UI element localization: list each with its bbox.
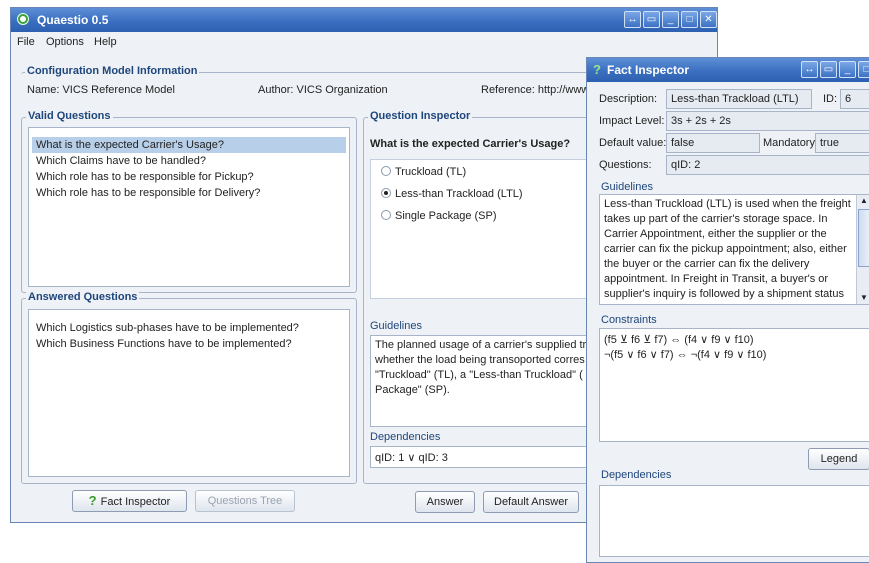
valid-questions-title: Valid Questions (26, 110, 113, 122)
inspector-question: What is the expected Carrier's Usage? (370, 138, 571, 150)
menu-help[interactable]: Help (94, 36, 117, 48)
scroll-up-icon[interactable]: ▲ (857, 195, 869, 207)
constraints-box: (f5 ⊻ f6 ⊻ f7) ⇔ (f4 ∨ f9 ∨ f10) ¬(f5 ∨ … (599, 328, 869, 442)
list-item[interactable]: Which Business Functions have to be impl… (32, 336, 346, 352)
scroll-down-icon[interactable]: ▼ (857, 292, 869, 304)
list-item[interactable]: Which role has to be responsible for Del… (32, 185, 346, 201)
app-icon (17, 13, 29, 25)
legend-button[interactable]: Legend (808, 448, 869, 470)
option-truckload-radio[interactable]: Truckload (TL) (381, 164, 466, 180)
config-reference: Reference: http://www (481, 84, 590, 96)
radio-icon (381, 166, 391, 176)
option-single-package-radio[interactable]: Single Package (SP) (381, 208, 497, 224)
questions-field: qID: 2 (666, 155, 869, 175)
main-window-title: Quaestio 0.5 (37, 13, 109, 27)
valid-questions-group: Valid Questions What is the expected Car… (21, 110, 357, 293)
fact-inspector-window: ? Fact Inspector ↔ ▭ _ □ Description: Le… (586, 57, 869, 563)
option-ltl-radio[interactable]: Less-than Trackload (LTL) (381, 186, 523, 202)
answered-questions-group: Answered Questions Which Logistics sub-p… (21, 291, 357, 484)
fact-inspector-titlebar[interactable]: ? Fact Inspector ↔ ▭ _ □ (587, 58, 869, 82)
radio-icon (381, 210, 391, 220)
maximize-icon[interactable]: □ (681, 11, 698, 28)
mandatory-label: Mandatory: (763, 137, 819, 149)
fi-guidelines-text[interactable]: Less-than Truckload (LTL) is used when t… (599, 194, 869, 305)
constraints-label: Constraints (601, 314, 657, 326)
fact-inspector-button[interactable]: ? Fact Inspector (72, 490, 187, 512)
minimize-icon[interactable]: _ (839, 61, 856, 78)
list-item[interactable]: Which role has to be responsible for Pic… (32, 169, 346, 185)
list-item[interactable]: Which Claims have to be handled? (32, 153, 346, 169)
minimize-icon[interactable]: _ (662, 11, 679, 28)
fi-dependencies-label: Dependencies (601, 469, 672, 481)
questions-label: Questions: (599, 159, 652, 171)
valid-questions-list[interactable]: What is the expected Carrier's Usage? Wh… (28, 127, 350, 287)
close-icon[interactable]: ✕ (700, 11, 717, 28)
default-value-label: Default value: (599, 137, 667, 149)
constraint-line: ¬(f5 ∨ f6 ∨ f7) ⇔ ¬(f4 ∨ f9 ∨ f10) (604, 349, 767, 361)
help-question-icon: ? (88, 493, 97, 508)
menu-file[interactable]: File (17, 36, 35, 48)
fact-inspector-title: Fact Inspector (607, 63, 690, 77)
list-item[interactable]: What is the expected Carrier's Usage? (32, 137, 346, 153)
menu-options[interactable]: Options (46, 36, 84, 48)
questions-tree-button[interactable]: Questions Tree (195, 490, 295, 512)
mandatory-field: true (815, 133, 869, 153)
default-answer-button[interactable]: Default Answer (483, 491, 579, 513)
inspector-dependencies-label: Dependencies (370, 431, 441, 443)
id-field: 6 (840, 89, 869, 109)
restore-icon[interactable]: ▭ (643, 11, 660, 28)
extra-arrows-icon[interactable]: ↔ (624, 11, 641, 28)
help-question-icon: ? (593, 62, 601, 77)
scroll-thumb[interactable] (858, 209, 869, 267)
menubar: File Options Help (11, 32, 717, 52)
fi-dependencies-box (599, 485, 869, 557)
list-item[interactable]: Which Logistics sub-phases have to be im… (32, 320, 346, 336)
impact-label: Impact Level: (599, 115, 665, 127)
question-inspector-group: Question Inspector What is the expected … (363, 110, 613, 484)
restore-icon[interactable]: ▭ (820, 61, 837, 78)
answered-questions-list[interactable]: Which Logistics sub-phases have to be im… (28, 309, 350, 477)
question-inspector-title: Question Inspector (368, 110, 473, 122)
id-label: ID: (823, 93, 838, 105)
config-name: Name: VICS Reference Model (27, 84, 175, 96)
extra-arrows-icon[interactable]: ↔ (801, 61, 818, 78)
answered-questions-title: Answered Questions (26, 291, 140, 303)
answer-button[interactable]: Answer (415, 491, 475, 513)
config-section-title: Configuration Model Information (25, 65, 200, 77)
config-author: Author: VICS Organization (258, 84, 388, 96)
fi-guidelines-label: Guidelines (601, 181, 653, 193)
constraint-line: (f5 ⊻ f6 ⊻ f7) ⇔ (f4 ∨ f9 ∨ f10) (604, 334, 754, 346)
maximize-icon[interactable]: □ (858, 61, 869, 78)
main-titlebar[interactable]: Quaestio 0.5 ↔ ▭ _ □ ✕ (11, 8, 717, 32)
radio-icon (381, 188, 391, 198)
impact-field: 3s + 2s + 2s (666, 111, 869, 131)
default-value-field: false (666, 133, 760, 153)
description-field: Less-than Trackload (LTL) (666, 89, 812, 109)
description-label: Description: (599, 93, 658, 105)
inspector-dependencies-field: qID: 1 ∨ qID: 3 (370, 446, 606, 468)
inspector-guidelines-text: The planned usage of a carrier's supplie… (370, 335, 606, 427)
guidelines-scrollbar[interactable]: ▲ ▼ (856, 195, 869, 304)
inspector-guidelines-label: Guidelines (370, 320, 422, 332)
answer-options-box: Truckload (TL) Less-than Trackload (LTL)… (370, 159, 606, 299)
